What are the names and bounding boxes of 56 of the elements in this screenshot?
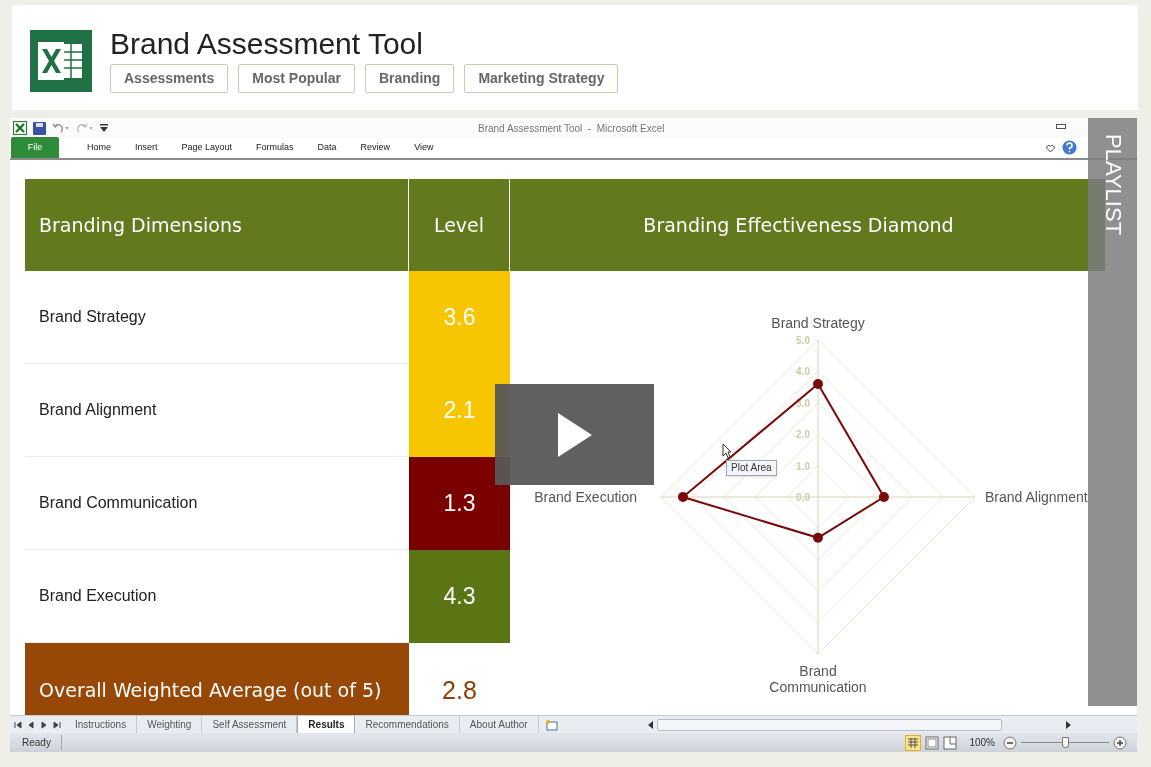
window-title: Brand Assessment Tool - Microsoft Excel	[478, 121, 665, 136]
overall-value: 2.8	[441, 674, 478, 706]
tag-link[interactable]: Marketing Strategy	[464, 64, 619, 93]
tick-label: 0.0	[796, 492, 810, 503]
save-icon[interactable]	[33, 121, 46, 135]
zoom-slider[interactable]	[1021, 736, 1109, 749]
help-icon[interactable]	[1062, 140, 1077, 155]
minimize-icon[interactable]	[1056, 124, 1066, 130]
ribbon-tab[interactable]: Home	[75, 137, 123, 158]
tag-link[interactable]: Most Popular	[238, 64, 355, 93]
tag-link[interactable]: Assessments	[110, 64, 229, 93]
sheet-tab[interactable]: Results	[297, 715, 356, 734]
column-header: Level	[409, 179, 510, 271]
tick-label: 5.0	[796, 335, 810, 346]
axis-label: Brand Alignment	[985, 489, 1088, 505]
spreadsheet-logo-icon	[30, 30, 92, 92]
ribbon-tab[interactable]: Review	[348, 137, 403, 158]
ribbon-tab[interactable]: View	[402, 137, 446, 158]
tick-label: 1.0	[796, 460, 810, 472]
zoom-thumb[interactable]	[1062, 736, 1069, 748]
undo-icon[interactable]	[52, 122, 70, 134]
tag-link[interactable]: Branding	[364, 64, 455, 93]
insert-sheet-icon[interactable]	[544, 718, 559, 731]
app-icon	[13, 121, 27, 135]
horizontal-scrollbar[interactable]	[656, 718, 1002, 731]
ribbon-tab[interactable]: Formulas	[244, 137, 306, 158]
page-title: Brand Assessment Tool	[110, 26, 424, 62]
page-layout-icon[interactable]	[925, 735, 940, 750]
zoom-level: 100%	[969, 736, 995, 750]
tick-label: 3.0	[796, 397, 810, 409]
level-cell: 3.6	[409, 271, 510, 364]
ribbon-tab[interactable]: Page Layout	[169, 137, 245, 158]
play-icon	[557, 412, 592, 457]
zoom-in-icon[interactable]	[1113, 735, 1127, 750]
status-text: Ready	[10, 735, 62, 750]
level-cell: 1.3	[409, 457, 510, 550]
play-button[interactable]	[495, 384, 654, 485]
heart-icon[interactable]	[1046, 145, 1055, 153]
axis-label: Brand Strategy	[771, 315, 865, 331]
tick-label: 4.0	[796, 366, 810, 378]
normal-view-icon[interactable]	[905, 734, 922, 751]
axis-label: Brand Communication	[769, 663, 867, 695]
tick-label: 2.0	[796, 429, 810, 441]
zoom-out-icon[interactable]	[1003, 735, 1017, 750]
page-break-icon[interactable]	[943, 735, 958, 750]
ribbon-tab[interactable]: Data	[305, 137, 349, 158]
customize-icon[interactable]	[100, 123, 108, 133]
level-cell: 4.3	[409, 550, 510, 643]
cursor-icon	[722, 443, 732, 459]
overall-label: Overall Weighted Average (out of 5)	[25, 643, 409, 715]
axis-label: Brand Execution	[534, 489, 637, 505]
sheet-nav-icon[interactable]	[14, 720, 22, 729]
sheet-nav-icon[interactable]	[53, 720, 61, 729]
tooltip: Plot Area	[726, 460, 777, 476]
column-header: Branding Dimensions	[25, 179, 409, 271]
ribbon-tab[interactable]: Insert	[123, 137, 170, 158]
